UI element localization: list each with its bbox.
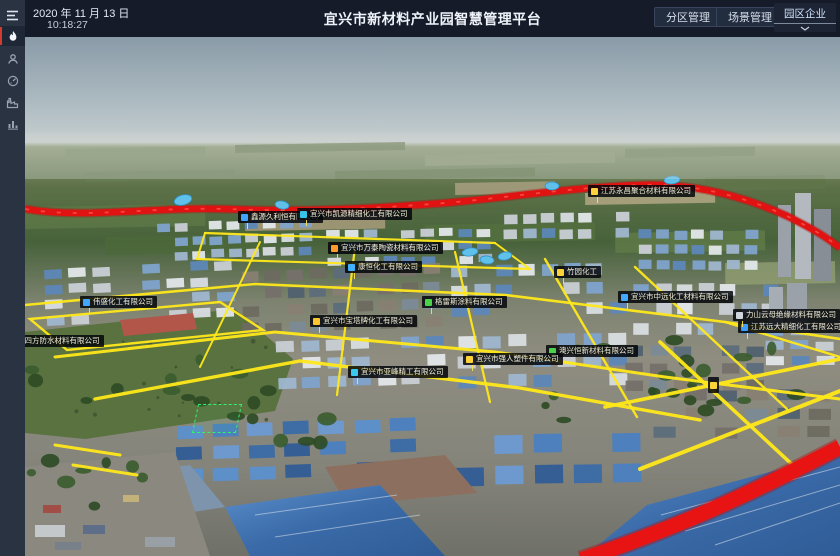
company-name: 江苏永昌聚合材料有限公司 <box>601 185 691 197</box>
map-label[interactable]: 宜兴市亚峰精工有限公司 <box>348 366 448 378</box>
company-marker-icon <box>300 211 307 218</box>
company-name: 宜兴市四方防水材料有限公司 <box>25 335 100 347</box>
map-label[interactable]: 江苏远大精细化工有限公司 <box>738 321 840 333</box>
person-icon[interactable] <box>0 49 25 69</box>
company-marker-icon <box>331 245 338 252</box>
map-label[interactable]: 竹园化工 <box>554 266 601 278</box>
company-marker-icon <box>466 356 473 363</box>
company-marker-icon <box>591 188 598 195</box>
map-label[interactable]: 宜兴市中远化工材料有限公司 <box>618 291 733 303</box>
company-name: 力山云母绝缘材料有限公司 <box>746 309 836 321</box>
chevron-down-icon[interactable] <box>774 24 836 31</box>
map-label[interactable]: 宜兴市四方防水材料有限公司 <box>25 335 104 347</box>
company-name: 宜兴市中远化工材料有限公司 <box>631 291 729 303</box>
company-marker-icon <box>621 294 628 301</box>
company-name: 宜兴市强人塑件有限公司 <box>476 353 559 365</box>
company-marker-icon <box>241 214 248 221</box>
map-label[interactable]: 宜兴市强人塑件有限公司 <box>463 353 563 365</box>
ground-selection-box[interactable] <box>192 404 242 433</box>
park-enterprise-dropdown[interactable]: 园区企业 <box>774 3 836 32</box>
sidebar <box>0 0 25 556</box>
company-name: 江苏远大精细化工有限公司 <box>751 321 840 333</box>
company-name: 伟盛化工有限公司 <box>93 296 153 308</box>
company-name: 康恒化工有限公司 <box>358 261 418 273</box>
company-marker-icon <box>351 369 358 376</box>
company-marker-icon <box>736 312 743 319</box>
gauge-icon[interactable] <box>0 71 25 91</box>
map-label[interactable]: 江苏永昌聚合材料有限公司 <box>588 185 695 197</box>
map-label[interactable]: 康恒化工有限公司 <box>345 261 422 273</box>
menu-icon[interactable] <box>0 5 25 25</box>
map-label[interactable]: 宜兴市凯源精细化工有限公司 <box>297 208 412 220</box>
company-name: 宜兴市万泰陶瓷材料有限公司 <box>341 242 439 254</box>
company-name: 澳兴恒新材料有限公司 <box>559 345 634 357</box>
company-marker-icon <box>313 318 320 325</box>
company-name: 宜兴市宝塔牌化工有限公司 <box>323 315 413 327</box>
map-label[interactable]: 伟盛化工有限公司 <box>80 296 157 308</box>
app-window: 2020 年 11 月 13 日 10:18:27 宜兴市新材料产业园智慧管理平… <box>0 0 840 556</box>
company-marker-icon <box>557 269 564 276</box>
bar-chart-icon[interactable] <box>0 114 25 134</box>
company-name: 宜兴市凯源精细化工有限公司 <box>310 208 408 220</box>
factory-icon[interactable] <box>0 93 25 113</box>
map-label[interactable]: 力山云母绝缘材料有限公司 <box>733 309 840 321</box>
flame-icon[interactable] <box>0 26 25 46</box>
map-label[interactable]: 宜兴市宝塔牌化工有限公司 <box>310 315 417 327</box>
company-name: 宜兴市亚峰精工有限公司 <box>361 366 444 378</box>
map-3d-view[interactable]: 鑫源久利恒有限公司宜兴市凯源精细化工有限公司宜兴市万泰陶瓷材料有限公司康恒化工有… <box>25 37 840 556</box>
zone-management-button[interactable]: 分区管理 <box>654 7 722 27</box>
park-enterprise-label: 园区企业 <box>774 3 836 24</box>
company-marker-icon <box>425 299 432 306</box>
map-label[interactable]: 宜兴市万泰陶瓷材料有限公司 <box>328 242 443 254</box>
company-name: 格雷斯涂料有限公司 <box>435 296 503 308</box>
company-name: 竹园化工 <box>567 266 597 278</box>
map-label[interactable]: 格雷斯涂料有限公司 <box>422 296 507 308</box>
company-marker-icon <box>348 264 355 271</box>
top-bar: 2020 年 11 月 13 日 10:18:27 宜兴市新材料产业园智慧管理平… <box>25 0 840 37</box>
company-marker-icon <box>83 299 90 306</box>
map-label[interactable] <box>708 377 719 393</box>
company-marker-icon <box>710 382 717 389</box>
